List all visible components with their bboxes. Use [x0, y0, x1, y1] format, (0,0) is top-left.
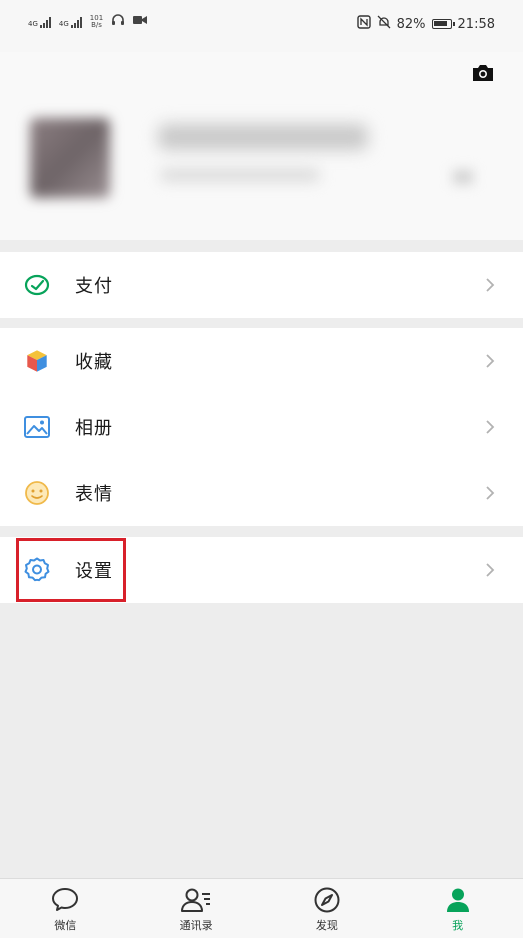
nfc-icon [356, 15, 371, 33]
menu-item-favorites[interactable]: 收藏 [0, 328, 523, 394]
headset-icon [111, 14, 125, 29]
camera-icon[interactable] [471, 64, 495, 82]
chevron-right-icon [483, 278, 497, 292]
person-icon [442, 885, 474, 915]
chevron-right-icon [483, 486, 497, 500]
avatar[interactable] [30, 118, 110, 198]
qr-code-icon[interactable] [453, 170, 473, 184]
chat-bubble-icon [49, 885, 81, 915]
battery-percent: 82% [396, 16, 426, 32]
menu-group-pay: 支付 [0, 252, 523, 318]
video-icon [133, 15, 148, 28]
tab-label: 通讯录 [179, 919, 213, 932]
network-type-2: 4G [58, 19, 69, 28]
status-bar: 4G 4G 101 B/s 82% 21:58 [0, 0, 523, 52]
profile-id-blurred [160, 168, 320, 182]
battery-icon [431, 19, 455, 29]
tab-chats[interactable]: 微信 [0, 879, 131, 938]
menu-item-label: 支付 [75, 276, 113, 297]
me-screen: 4G 4G 101 B/s 82% 21:58 支付 收藏 相册 表情 设置 微… [0, 0, 523, 938]
chevron-right-icon [483, 420, 497, 434]
menu-item-label: 设置 [75, 561, 113, 582]
menu-item-settings[interactable]: 设置 [0, 537, 523, 603]
gear-icon [22, 555, 52, 585]
tab-discover[interactable]: 发现 [262, 879, 393, 938]
menu-item-label: 收藏 [75, 352, 113, 373]
profile-name-blurred [158, 124, 368, 150]
signal-bars-icon [70, 16, 82, 28]
tab-label: 微信 [54, 919, 77, 932]
clock: 21:58 [457, 16, 495, 32]
menu-item-label: 相册 [75, 418, 113, 439]
chevron-right-icon [483, 563, 497, 577]
image-icon [22, 412, 52, 442]
status-left: 4G 4G 101 B/s [28, 14, 148, 29]
bottom-tab-bar: 微信 通讯录 发现 我 [0, 878, 523, 938]
profile-header[interactable] [0, 52, 523, 240]
menu-item-stickers[interactable]: 表情 [0, 460, 523, 526]
signal-1: 4G [28, 16, 51, 28]
tab-contacts[interactable]: 通讯录 [131, 879, 262, 938]
signal-2: 4G [59, 16, 82, 28]
network-speed-unit: B/s [91, 20, 102, 29]
tab-label: 发现 [315, 919, 338, 932]
tab-me[interactable]: 我 [392, 879, 523, 938]
status-right: 82% 21:58 [356, 15, 495, 33]
mute-icon [377, 15, 391, 33]
chevron-right-icon [483, 354, 497, 368]
cube-icon [22, 346, 52, 376]
menu-item-label: 表情 [75, 484, 113, 505]
network-type-1: 4G [28, 19, 38, 28]
menu-item-pay[interactable]: 支付 [0, 252, 523, 318]
menu-group-settings: 设置 [0, 537, 523, 603]
network-speed: 101 B/s [90, 14, 103, 29]
compass-icon [311, 885, 343, 915]
wallet-icon [22, 270, 52, 300]
contacts-icon [180, 885, 212, 915]
menu-group-content: 收藏 相册 表情 [0, 328, 523, 526]
menu-item-album[interactable]: 相册 [0, 394, 523, 460]
signal-bars-icon [39, 16, 51, 28]
smiley-icon [22, 478, 52, 508]
tab-label: 我 [452, 919, 464, 932]
